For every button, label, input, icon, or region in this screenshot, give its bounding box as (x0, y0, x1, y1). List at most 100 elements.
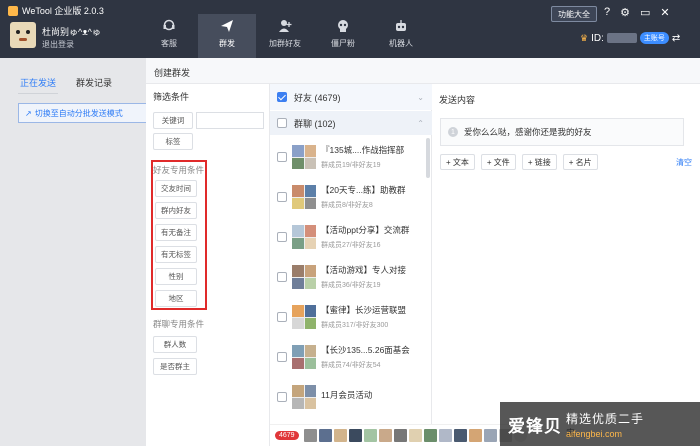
watermark-url: aifengbei.com (566, 428, 623, 439)
friend-section-title: 好友专用条件 (153, 165, 205, 175)
tag-button[interactable]: 标签 (153, 133, 193, 150)
group-name: 【20天专...练】助教群 (321, 185, 406, 195)
avatar[interactable] (10, 22, 36, 48)
item-checkbox[interactable] (277, 232, 287, 242)
create-broadcast-dialog: 创建群发 筛选条件 关键词 标签 好友专用条件 交友时间 群内好友 有无备注 有… (146, 58, 700, 446)
group-members: 群成员8/非好友8 (321, 202, 373, 209)
filter-region[interactable]: 地区 (155, 290, 197, 307)
filter-member-count[interactable]: 群人数 (153, 336, 197, 353)
logout-link[interactable]: 退出登录 (42, 39, 74, 50)
gear-icon[interactable]: ⚙ (620, 6, 630, 19)
group-name: 【活动ppt分享】交流群 (321, 225, 410, 235)
groups-header[interactable]: 群聊 (102) ⌃ (270, 111, 432, 135)
group-name: 11月会员活动 (321, 390, 373, 400)
watermark-brand: 爱锋贝 (508, 416, 562, 436)
nav-item-add-friend[interactable]: 加群好友 (256, 14, 314, 58)
keyword-input[interactable] (196, 112, 264, 129)
add-link-button[interactable]: + 链接 (521, 154, 557, 170)
window-controls: ? ⚙ ▭ ✕ (604, 6, 670, 19)
filter-in-group[interactable]: 群内好友 (155, 202, 197, 219)
group-members: 群成员74/非好友54 (321, 362, 381, 369)
chevron-down-icon[interactable]: ⌄ (417, 93, 424, 102)
filter-tag[interactable]: 有无标签 (155, 246, 197, 263)
id-label: ID: (591, 32, 604, 44)
crown-icon: ♛ (580, 32, 589, 43)
id-masked-value (606, 33, 637, 43)
help-icon[interactable]: ? (604, 6, 610, 19)
app-title: WeTool 企业版 2.0.3 (8, 4, 104, 17)
nav-label: 群发 (219, 39, 235, 48)
main-nav: 客服 群发 加群好友 僵尸粉 机器人 (140, 14, 430, 58)
filter-title: 筛选条件 (153, 92, 190, 102)
dialog-title: 创建群发 (146, 58, 700, 84)
add-text-button[interactable]: + 文本 (440, 154, 475, 170)
nav-item-zombie[interactable]: 僵尸粉 (314, 14, 372, 58)
app-logo-icon (8, 5, 18, 16)
chevron-up-icon[interactable]: ⌃ (417, 119, 424, 128)
item-checkbox[interactable] (277, 392, 287, 402)
group-name: 『135城....作战指挥部 (321, 145, 405, 155)
top-bar: WeTool 企业版 2.0.3 杜尚别ゅ^ᴥ^ゅ 退出登录 客服 群发 加群好… (0, 0, 700, 58)
friends-label: 好友 (4679) (294, 92, 341, 103)
list-scrollbar[interactable] (426, 138, 430, 178)
friends-checkbox[interactable] (277, 92, 287, 102)
add-card-button[interactable]: + 名片 (562, 154, 598, 170)
close-icon[interactable]: ✕ (660, 6, 669, 19)
filter-gender[interactable]: 性别 (155, 268, 197, 285)
keyword-button[interactable]: 关键词 (153, 112, 193, 129)
robot-icon (393, 18, 409, 34)
skull-icon (335, 18, 351, 34)
tab-divider (18, 93, 58, 94)
message-text: 爱你么么哒，感谢你还是我的好友 (464, 127, 592, 137)
list-item[interactable]: 【20天专...练】助教群 群成员8/非好友8 (270, 177, 426, 217)
list-item[interactable]: 【活动ppt分享】交流群 群成员27/非好友16 (270, 217, 426, 257)
nav-label: 僵尸粉 (331, 39, 355, 48)
content-title: 发送内容 (439, 95, 476, 105)
minimize-icon[interactable]: ▭ (640, 6, 650, 19)
nav-item-kefu[interactable]: 客服 (140, 14, 198, 58)
group-name: 【活动游戏】专人对接 (321, 265, 407, 275)
group-section-title: 群聊专用条件 (153, 319, 205, 329)
clear-link[interactable]: 清空 (676, 157, 692, 168)
filter-is-owner[interactable]: 是否群主 (153, 358, 197, 375)
add-friend-icon (277, 18, 293, 34)
message-item[interactable]: 1 爱你么么哒，感谢你还是我的好友 (440, 118, 684, 146)
auto-batch-button[interactable]: ↗ 切换至自动分批发送模式 (18, 103, 146, 123)
selected-avatar (378, 429, 392, 442)
item-checkbox[interactable] (277, 272, 287, 282)
selected-count-badge: 4679 (275, 431, 299, 440)
group-avatar (292, 185, 316, 209)
arrow-icon: ↗ (25, 108, 32, 118)
group-avatar (292, 385, 316, 409)
message-index: 1 (448, 127, 458, 137)
list-item[interactable]: 【长沙135...5.26面基会 群成员74/非好友54 (270, 337, 426, 377)
selected-avatar (348, 429, 362, 442)
target-list: 好友 (4679) ⌄ 群聊 (102) ⌃ 『135城....作战指挥部 群成员… (270, 84, 556, 446)
content-panel: 发送内容 1 爱你么么哒，感谢你还是我的好友 + 文本 + 文件 + 链接 + … (432, 84, 700, 446)
list-item[interactable]: 『135城....作战指挥部 群成员19/非好友19 (270, 137, 426, 177)
list-item[interactable]: 【蜜律】长沙运营联盟 群成员317/非好友300 (270, 297, 426, 337)
nav-item-robot[interactable]: 机器人 (372, 14, 430, 58)
item-checkbox[interactable] (277, 352, 287, 362)
filter-remark[interactable]: 有无备注 (155, 224, 197, 241)
add-file-button[interactable]: + 文件 (480, 154, 516, 170)
friends-header[interactable]: 好友 (4679) ⌄ (270, 84, 432, 110)
nav-label: 客服 (161, 39, 177, 48)
list-item[interactable]: 11月会员活动 (270, 377, 426, 417)
groups-checkbox[interactable] (277, 118, 287, 128)
filter-add-time[interactable]: 交友时间 (155, 180, 197, 197)
tab-sending[interactable]: 正在发送 (20, 76, 56, 89)
switch-account-icon[interactable]: ⇄ (672, 33, 680, 44)
filter-panel: 筛选条件 关键词 标签 好友专用条件 交友时间 群内好友 有无备注 有无标签 性… (146, 84, 270, 446)
item-checkbox[interactable] (277, 192, 287, 202)
nav-item-qunfa[interactable]: 群发 (198, 14, 256, 58)
auto-batch-label: 切换至自动分批发送模式 (34, 108, 123, 118)
group-members: 群成员36/非好友19 (321, 282, 381, 289)
list-item[interactable]: 【活动游戏】专人对接 群成员36/非好友19 (270, 257, 426, 297)
main-account-badge: 主账号 (639, 32, 669, 44)
group-avatar (292, 225, 316, 249)
feature-list-button[interactable]: 功能大全 (551, 6, 597, 22)
item-checkbox[interactable] (277, 312, 287, 322)
item-checkbox[interactable] (277, 152, 287, 162)
tab-records[interactable]: 群发记录 (76, 76, 112, 89)
